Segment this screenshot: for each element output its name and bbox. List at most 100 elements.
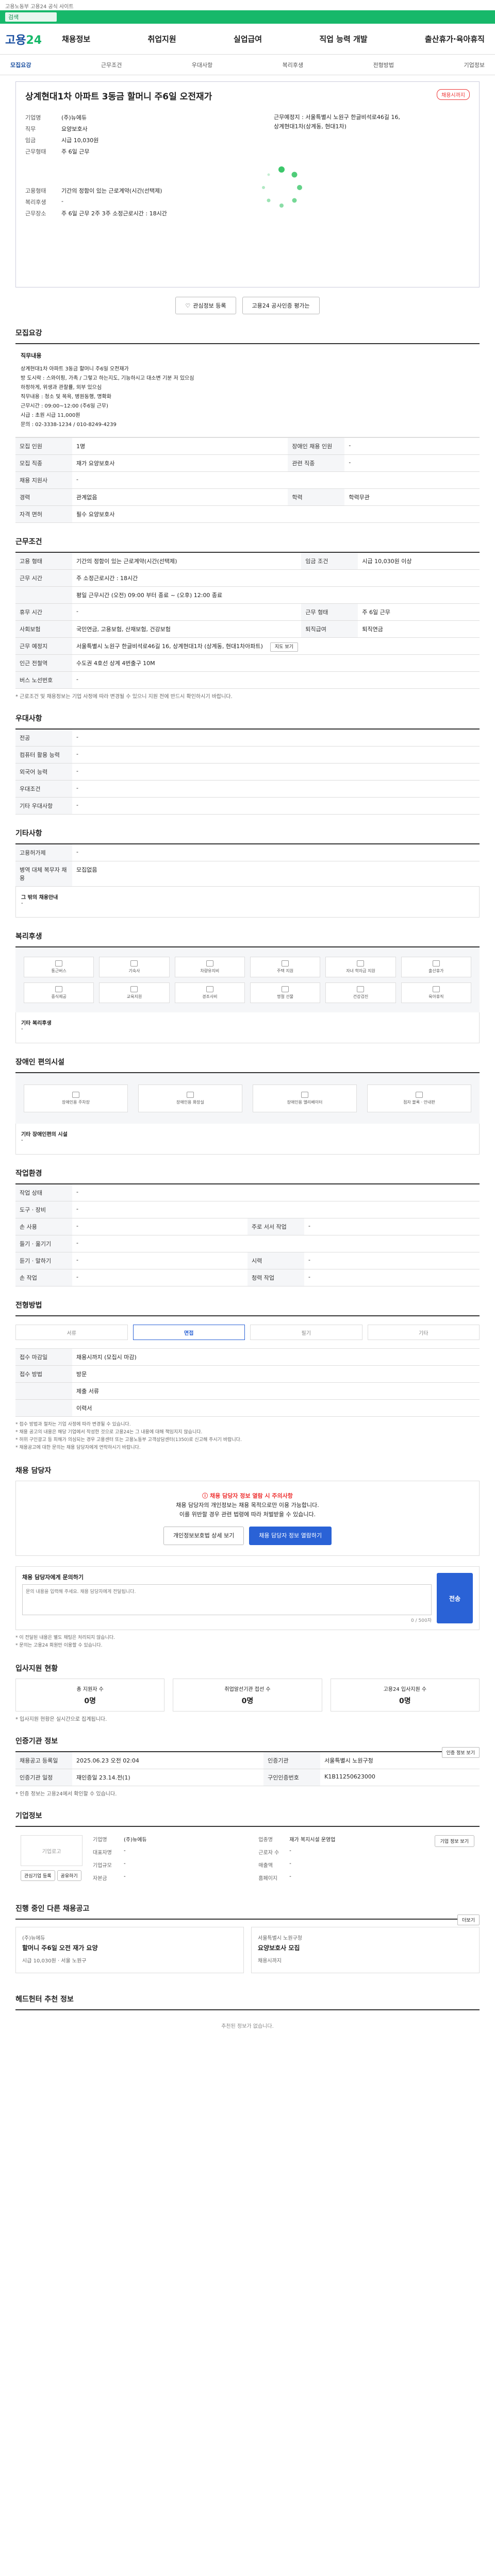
company-info-button[interactable]: 기업 정보 보기 — [434, 1835, 474, 1847]
inquiry-note: * 이 전달된 내용은 별도 채팅은 처리되지 않습니다. — [15, 1635, 115, 1640]
welfare-item: 건강검진 — [325, 982, 396, 1003]
table-row: 채용 지원사 - — [15, 471, 480, 489]
headhunter-empty: 추천된 정보가 없습니다. — [15, 2009, 480, 2040]
tab-welfare[interactable]: 복리후생 — [283, 61, 303, 69]
row-value: - — [72, 1235, 480, 1252]
view-manager-button[interactable]: 채용 담당자 정보 열람하기 — [249, 1527, 332, 1545]
conditions-title: 근무조건 — [15, 538, 42, 546]
manager-warning: ⓘ 채용 담당자 정보 열람 시 주의사항 — [202, 1493, 293, 1499]
site-logo[interactable]: 고용24 — [5, 31, 62, 47]
table-row: 고용 형태 기간의 정함이 있는 근로계약(시간(선택제) 임금 조건 시급 10… — [15, 552, 480, 570]
row-key: 휴무 시간 — [15, 603, 72, 621]
search-chip[interactable]: 검색 — [5, 12, 57, 22]
interest-company-button[interactable]: 관심기업 등록 — [21, 1870, 55, 1881]
inquiry-send-button[interactable]: 전송 — [437, 1573, 473, 1623]
headhunter-title: 헤드헌터 추천 정보 — [15, 1995, 74, 2004]
row-key: 채용 지원사 — [15, 471, 72, 489]
row-value: 기간의 정함이 있는 근로계약(시간(선택제) — [72, 552, 302, 570]
row-key: 자격 면허 — [15, 505, 72, 523]
table-row: 근무 시간 주 소정근로시간 : 18시간 — [15, 569, 480, 587]
row-key: 컴퓨터 활용 능력 — [15, 746, 72, 764]
desc-line: 상계현대1차 아파트 3동금 할머니 주6일 오전재가 — [21, 366, 129, 372]
facility-icon — [416, 1092, 423, 1098]
welfare-item: 차량유지비 — [174, 957, 245, 977]
welfare-icon — [357, 986, 365, 992]
table-row: 기타 우대사항 - — [15, 797, 480, 815]
conditions-section: 근무조건 고용 형태 기간의 정함이 있는 근로계약(시간(선택제) 임금 조건 … — [15, 536, 480, 700]
process-title: 전형방법 — [15, 1301, 42, 1310]
table-row: 도구 · 장비 - — [15, 1201, 480, 1218]
facility-icon — [301, 1092, 308, 1098]
desc-line: 방 도시락 : 스와이핑, 가족 / 그렇고 하는지도, 기능하시고 대소변 기… — [21, 376, 194, 381]
welfare-item: 중식제공 — [24, 982, 94, 1003]
row-value: 제출 서류 — [72, 1382, 480, 1400]
desc-line: 근무시간 : 09:00~12:00 (주6일 근무) — [21, 403, 108, 409]
map-view-button[interactable]: 지도 보기 — [270, 642, 298, 652]
table-row: 평일 근무시간 (오전) 09:00 부터 종료 ~ (오후) 12:00 종료 — [15, 586, 480, 604]
row-value: 1명 — [72, 437, 288, 455]
row-key: 인증기관 일정 — [15, 1769, 72, 1786]
company-name: (주)뉴에듀 — [61, 114, 87, 121]
table-row: 인근 전철역 수도권 4호선 상계 4번출구 10M — [15, 654, 480, 672]
company-key: 자본금 — [93, 1876, 107, 1882]
gnb-menu: 채용정보 취업지원 실업급여 직업 능력 개발 출산휴가·육아휴직 — [62, 33, 490, 44]
interest-button[interactable]: ♡ 관심정보 등록 — [175, 297, 236, 314]
welfare-item: 자녀 학자금 지원 — [325, 957, 396, 977]
env-table: 작업 상태 - 도구 · 장비 - 손 사용 - 주로 서서 작업 - 들기 · … — [15, 1183, 480, 1286]
gnb-item-leave[interactable]: 출산휴가·육아휴직 — [425, 33, 485, 44]
row-value: 주 6일 근무 — [358, 603, 480, 621]
applicant-stats: 총 지원자 수 0명 취업알선기관 접선 수 0명 고용24 입사지원 수 0명 — [15, 1679, 480, 1711]
row-key: 외국어 능력 — [15, 763, 72, 781]
share-company-button[interactable]: 공유하기 — [57, 1870, 81, 1881]
etc-title: 기타사항 — [15, 829, 42, 838]
table-row: 병역 대체 복무자 채용 모집없음 — [15, 861, 480, 887]
related-more-button[interactable]: 더보기 — [457, 1914, 480, 1925]
process-steps: 서류 면접 필기 기타 — [15, 1315, 480, 1348]
desc-line: 직무내용 : 청소 및 목욕, 병원동행, 명확화 — [21, 394, 111, 400]
related-list: (주)뉴에듀 할머니 주6일 오전 재가 요양 시급 10,030원 · 서울 … — [15, 1919, 480, 1980]
row-key: 인근 전철역 — [15, 654, 72, 672]
tab-conditions[interactable]: 근무조건 — [101, 61, 122, 69]
info-button[interactable]: 인증 정보 보기 — [441, 1747, 480, 1758]
table-row: 제출 서류 — [15, 1382, 480, 1400]
row-key: 듣기 · 말하기 — [15, 1252, 72, 1269]
welfare-icon — [206, 986, 213, 992]
tab-company[interactable]: 기업정보 — [464, 61, 484, 69]
inquiry-note: * 문의는 고용24 회원만 이용할 수 있습니다. — [15, 1643, 103, 1648]
gnb-item-jobs[interactable]: 채용정보 — [62, 33, 90, 44]
company-box: 기업로고 관심기업 등록 공유하기 기업명 (주)뉴에듀 업종명 재가 복지시설 운영… — [15, 1826, 480, 1890]
job-title: 상계현대1차 아파트 3동금 할머니 주6일 오전재가 — [25, 92, 212, 102]
row-key: 임금 조건 — [301, 552, 358, 570]
tab-recruit[interactable]: 모집요강 — [10, 61, 31, 69]
related-card[interactable]: 서울특별시 노원구청 요양보호사 모집 채용시까지 — [251, 1927, 480, 1973]
row-value: - — [72, 746, 480, 764]
related-card[interactable]: (주)뉴에듀 할머니 주6일 오전 재가 요양 시급 10,030원 · 서울 … — [15, 1927, 244, 1973]
inquiry-textarea[interactable] — [22, 1584, 432, 1615]
row-value: 재인증일 23.14.전(1) — [72, 1769, 264, 1786]
welfare-item: 주택 지원 — [250, 957, 321, 977]
row-key: 경력 — [15, 488, 72, 506]
welfare-icon — [130, 986, 138, 992]
welfare-icon — [206, 960, 213, 967]
related-section: 진행 중인 다른 채용공고 더보기 (주)뉴에듀 할머니 주6일 오전 재가 요… — [15, 1903, 480, 1980]
conditions-note: * 근로조건 및 채용정보는 기업 사정에 따라 변경될 수 있으니 지원 전에… — [15, 694, 233, 700]
related-title: 진행 중인 다른 채용공고 — [15, 1905, 90, 1913]
row-key: 장애인 채용 인원 — [288, 437, 345, 455]
share-button[interactable]: 고용24 공사인증 평가는 — [242, 297, 320, 314]
tab-process[interactable]: 전형방법 — [373, 61, 394, 69]
process-step: 면접 — [133, 1325, 245, 1340]
tab-preferred[interactable]: 우대사항 — [192, 61, 212, 69]
table-row: 손 사용 - 주로 서서 작업 - — [15, 1218, 480, 1235]
row-key: 도구 · 장비 — [15, 1201, 72, 1218]
process-note: * 허위 구인광고 등 피해가 의심되는 경우 고용센터 또는 고용노동부 고객… — [15, 1437, 242, 1443]
row-value: - — [72, 844, 480, 861]
disabled-section: 장애인 편의시설 장애인용 주차장 장애인용 화장실 장애인용 엘리베이터 점자 블록… — [15, 1057, 480, 1155]
gnb-item-training[interactable]: 직업 능력 개발 — [319, 33, 367, 44]
row-value: - — [72, 603, 302, 621]
gnb-item-support[interactable]: 취업지원 — [147, 33, 176, 44]
gnb-item-benefit[interactable]: 실업급여 — [234, 33, 262, 44]
privacy-law-button[interactable]: 개인정보보호법 상세 보기 — [163, 1527, 244, 1545]
row-value: K1B11250623000 — [320, 1769, 480, 1786]
top-green-bar: 검색 — [0, 10, 495, 24]
row-value: 수도권 4호선 상계 4번출구 10M — [72, 654, 480, 672]
